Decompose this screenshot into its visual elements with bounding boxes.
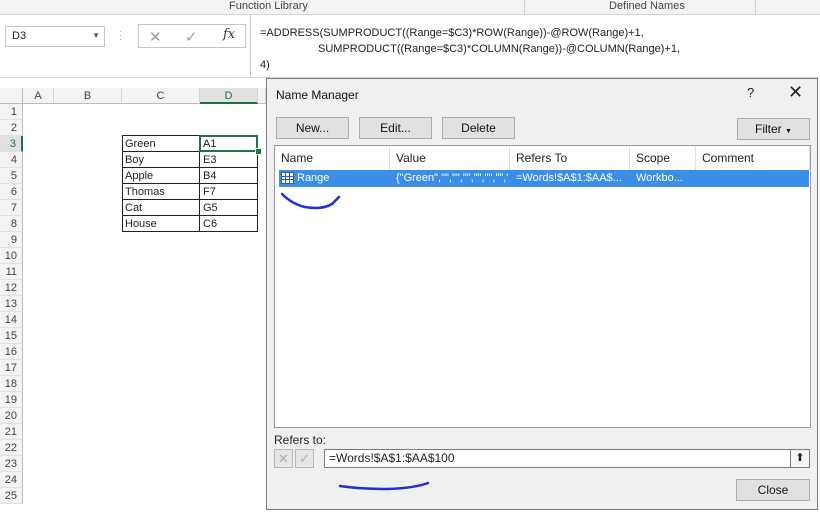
cancel-icon[interactable]: ✕: [149, 28, 162, 46]
row-header-7[interactable]: 7: [0, 200, 23, 216]
chevron-down-icon: ▼: [785, 128, 792, 135]
col-header-e[interactable]: [258, 88, 266, 104]
ribbon-divider: [524, 0, 525, 14]
cell-d8[interactable]: C6: [200, 216, 217, 232]
delete-button[interactable]: Delete: [442, 117, 515, 139]
close-icon[interactable]: ✕: [788, 82, 803, 103]
help-icon[interactable]: ?: [747, 85, 754, 100]
col-header-b[interactable]: B: [54, 88, 122, 104]
refers-to-input[interactable]: =Words!$A$1:$AA$100: [324, 449, 810, 468]
row-header-12[interactable]: 12: [0, 280, 23, 296]
formula-line-2: SUMPRODUCT((Range=$C3)*COLUMN(Range))-@C…: [318, 43, 681, 55]
range-scope: Workbo...: [636, 172, 683, 184]
name-box-value: D3: [12, 30, 27, 42]
cell-c8[interactable]: House: [122, 216, 157, 232]
cell-c6[interactable]: Thomas: [122, 184, 165, 200]
row-header-13[interactable]: 13: [0, 296, 23, 312]
formula-line-3: 4): [260, 59, 270, 71]
resize-handle-icon[interactable]: · · ·: [119, 27, 122, 45]
list-item[interactable]: Range {"Green","","","","","","","... =W…: [279, 170, 809, 187]
enter-check-icon[interactable]: ✓: [185, 28, 198, 46]
row-header-19[interactable]: 19: [0, 392, 23, 408]
col-header-value[interactable]: Value: [390, 146, 510, 170]
formula-input[interactable]: =ADDRESS(SUMPRODUCT((Range=$C3)*ROW(Rang…: [250, 15, 820, 77]
row-header-4[interactable]: 4: [0, 152, 23, 168]
named-range-icon: [281, 172, 294, 184]
col-header-c[interactable]: C: [122, 88, 200, 104]
row-header-6[interactable]: 6: [0, 184, 23, 200]
row-header-10[interactable]: 10: [0, 248, 23, 264]
row-header-18[interactable]: 18: [0, 376, 23, 392]
table-divider: [122, 167, 258, 168]
names-list[interactable]: Name Value Refers To Scope Comment Range…: [274, 145, 811, 428]
row-header-2[interactable]: 2: [0, 120, 23, 136]
insert-function-icon[interactable]: fx: [223, 27, 235, 42]
cell-d5[interactable]: B4: [200, 168, 216, 184]
cell-c4[interactable]: Boy: [122, 152, 144, 168]
select-all-corner[interactable]: [0, 88, 23, 104]
ribbon-strip: Function Library Defined Names: [0, 0, 820, 15]
row-header-23[interactable]: 23: [0, 456, 23, 472]
fill-handle[interactable]: [255, 148, 262, 155]
row-header-5[interactable]: 5: [0, 168, 23, 184]
row-header-21[interactable]: 21: [0, 424, 23, 440]
cancel-edit-icon[interactable]: ✕: [274, 449, 293, 468]
cell-d7[interactable]: G5: [200, 200, 218, 216]
ribbon-group-defined-names: Defined Names: [609, 0, 685, 12]
name-box[interactable]: D3 ▼: [5, 26, 105, 47]
edit-button[interactable]: Edit...: [359, 117, 432, 139]
col-header-scope[interactable]: Scope: [630, 146, 696, 170]
row-header-1[interactable]: 1: [0, 104, 23, 120]
col-header-name[interactable]: Name: [275, 146, 390, 170]
row-header-24[interactable]: 24: [0, 472, 23, 488]
cell-c5[interactable]: Apple: [122, 168, 153, 184]
refers-to-label: Refers to:: [274, 433, 327, 447]
row-header-17[interactable]: 17: [0, 360, 23, 376]
row-header-16[interactable]: 16: [0, 344, 23, 360]
range-refers-to: =Words!$A$1:$AA$...: [516, 172, 622, 184]
filter-label: Filter: [755, 122, 782, 136]
collapse-dialog-icon[interactable]: ⬆: [790, 450, 809, 467]
row-header-22[interactable]: 22: [0, 440, 23, 456]
col-header-comment[interactable]: Comment: [696, 146, 810, 170]
row-header-14[interactable]: 14: [0, 312, 23, 328]
row-header-3[interactable]: 3: [0, 136, 23, 152]
cell-c3[interactable]: Green: [122, 136, 156, 152]
range-value: {"Green","","","","","","","...: [396, 172, 508, 184]
formula-buttons: ✕ ✓ fx: [138, 24, 246, 48]
row-header-9[interactable]: 9: [0, 232, 23, 248]
row-header-11[interactable]: 11: [0, 264, 23, 280]
close-button[interactable]: Close: [736, 479, 810, 501]
row-header-15[interactable]: 15: [0, 328, 23, 344]
row-header-20[interactable]: 20: [0, 408, 23, 424]
cell-c7[interactable]: Cat: [122, 200, 142, 216]
cell-d4[interactable]: E3: [200, 152, 216, 168]
row-header-8[interactable]: 8: [0, 216, 23, 232]
col-header-refers-to[interactable]: Refers To: [510, 146, 630, 170]
chevron-down-icon[interactable]: ▼: [92, 31, 100, 40]
filter-button[interactable]: Filter ▼: [737, 118, 810, 140]
name-manager-dialog: Name Manager ? ✕ New... Edit... Delete F…: [266, 78, 818, 510]
confirm-edit-icon[interactable]: ✓: [295, 449, 314, 468]
cell-d6[interactable]: F7: [200, 184, 216, 200]
formula-line-1: =ADDRESS(SUMPRODUCT((Range=$C3)*ROW(Rang…: [260, 27, 644, 39]
ribbon-divider: [755, 0, 756, 14]
range-name: Range: [297, 172, 330, 184]
table-divider: [122, 183, 258, 184]
formula-bar: D3 ▼ · · · ✕ ✓ fx =ADDRESS(SUMPRODUCT((Ran…: [0, 15, 820, 78]
table-divider: [122, 215, 258, 216]
active-cell-outline: [199, 135, 258, 152]
ribbon-group-function-library: Function Library: [229, 0, 308, 12]
col-header-d[interactable]: D: [200, 88, 258, 104]
table-divider: [122, 199, 258, 200]
row-header-25[interactable]: 25: [0, 488, 23, 504]
new-button[interactable]: New...: [276, 117, 349, 139]
col-header-a[interactable]: A: [23, 88, 54, 104]
dialog-title: Name Manager: [276, 88, 359, 102]
